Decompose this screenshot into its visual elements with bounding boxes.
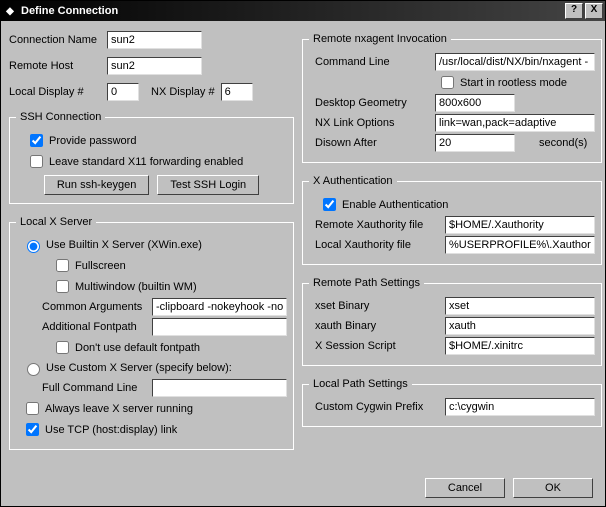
titlebar[interactable]: ◆ Define Connection ? X	[1, 1, 605, 21]
geometry-input[interactable]	[435, 94, 515, 112]
cancel-button[interactable]: Cancel	[425, 478, 505, 498]
xauth-legend: X Authentication	[309, 175, 397, 187]
no-default-fontpath-check[interactable]	[56, 341, 69, 354]
rootless-check[interactable]	[441, 76, 454, 89]
builtin-x-label: Use Builtin X Server (XWin.exe)	[46, 239, 202, 251]
remote-host-label: Remote Host	[9, 60, 107, 72]
enable-auth-label: Enable Authentication	[342, 199, 448, 211]
common-args-label: Common Arguments	[42, 301, 152, 313]
disown-label: Disown After	[309, 137, 435, 149]
always-leave-label: Always leave X server running	[45, 403, 193, 415]
geometry-label: Desktop Geometry	[309, 97, 435, 109]
local-xauth-input[interactable]	[445, 236, 595, 254]
use-tcp-check[interactable]	[26, 423, 39, 436]
remote-path-group: Remote Path Settings xset Binary xauth B…	[302, 277, 602, 366]
run-ssh-keygen-button[interactable]: Run ssh-keygen	[44, 175, 150, 195]
xset-input[interactable]	[445, 297, 595, 315]
local-x-legend: Local X Server	[16, 216, 96, 228]
builtin-x-radio[interactable]	[27, 240, 40, 253]
common-args-input[interactable]	[152, 298, 287, 316]
title-text: Define Connection	[21, 5, 563, 17]
link-options-label: NX Link Options	[309, 117, 435, 129]
ssh-group: SSH Connection Provide password Leave st…	[9, 111, 294, 204]
ok-button[interactable]: OK	[513, 478, 593, 498]
remote-xauth-input[interactable]	[445, 216, 595, 234]
session-input[interactable]	[445, 337, 595, 355]
provide-password-label: Provide password	[49, 135, 136, 147]
remote-path-legend: Remote Path Settings	[309, 277, 424, 289]
disown-unit: second(s)	[539, 137, 587, 149]
xauth2-label: xauth Binary	[309, 320, 445, 332]
multiwindow-label: Multiwindow (builtin WM)	[75, 281, 197, 293]
define-connection-dialog: ◆ Define Connection ? X Connection Name …	[0, 0, 606, 507]
cmd-line-label: Command Line	[309, 56, 435, 68]
xauth-group: X Authentication Enable Authentication R…	[302, 175, 602, 265]
nxagent-legend: Remote nxagent Invocation	[309, 33, 451, 45]
test-ssh-login-button[interactable]: Test SSH Login	[157, 175, 259, 195]
leave-x11-label: Leave standard X11 forwarding enabled	[49, 156, 243, 168]
fullscreen-check[interactable]	[56, 259, 69, 272]
cmd-line-input[interactable]	[435, 53, 595, 71]
additional-fontpath-label: Additional Fontpath	[42, 321, 152, 333]
cygwin-input[interactable]	[445, 398, 595, 416]
cygwin-label: Custom Cygwin Prefix	[309, 401, 445, 413]
local-path-legend: Local Path Settings	[309, 378, 412, 390]
provide-password-check[interactable]	[30, 134, 43, 147]
no-default-fontpath-label: Don't use default fontpath	[75, 342, 200, 354]
use-tcp-label: Use TCP (host:display) link	[45, 424, 177, 436]
app-icon: ◆	[3, 4, 17, 18]
nx-display-label: NX Display #	[151, 86, 215, 98]
connection-name-input[interactable]	[107, 31, 202, 49]
local-display-label: Local Display #	[9, 86, 107, 98]
ssh-legend: SSH Connection	[16, 111, 105, 123]
additional-fontpath-input[interactable]	[152, 318, 287, 336]
close-button[interactable]: X	[585, 3, 603, 19]
xset-label: xset Binary	[309, 300, 445, 312]
help-button[interactable]: ?	[565, 3, 583, 19]
full-cmd-label: Full Command Line	[42, 382, 152, 394]
rootless-label: Start in rootless mode	[460, 77, 567, 89]
disown-input[interactable]	[435, 134, 515, 152]
remote-host-input[interactable]	[107, 57, 202, 75]
custom-x-label: Use Custom X Server (specify below):	[46, 362, 232, 374]
nxagent-group: Remote nxagent Invocation Command Line S…	[302, 33, 602, 163]
local-path-group: Local Path Settings Custom Cygwin Prefix	[302, 378, 602, 427]
local-xauth-label: Local Xauthority file	[309, 239, 445, 251]
always-leave-check[interactable]	[26, 402, 39, 415]
full-cmd-input[interactable]	[152, 379, 287, 397]
local-display-input[interactable]	[107, 83, 139, 101]
connection-name-label: Connection Name	[9, 34, 107, 46]
session-label: X Session Script	[309, 340, 445, 352]
fullscreen-label: Fullscreen	[75, 260, 126, 272]
local-x-group: Local X Server Use Builtin X Server (XWi…	[9, 216, 294, 450]
leave-x11-check[interactable]	[30, 155, 43, 168]
multiwindow-check[interactable]	[56, 280, 69, 293]
nx-display-input[interactable]	[221, 83, 253, 101]
custom-x-radio[interactable]	[27, 363, 40, 376]
enable-auth-check[interactable]	[323, 198, 336, 211]
xauth2-input[interactable]	[445, 317, 595, 335]
link-options-input[interactable]	[435, 114, 595, 132]
remote-xauth-label: Remote Xauthority file	[309, 219, 445, 231]
